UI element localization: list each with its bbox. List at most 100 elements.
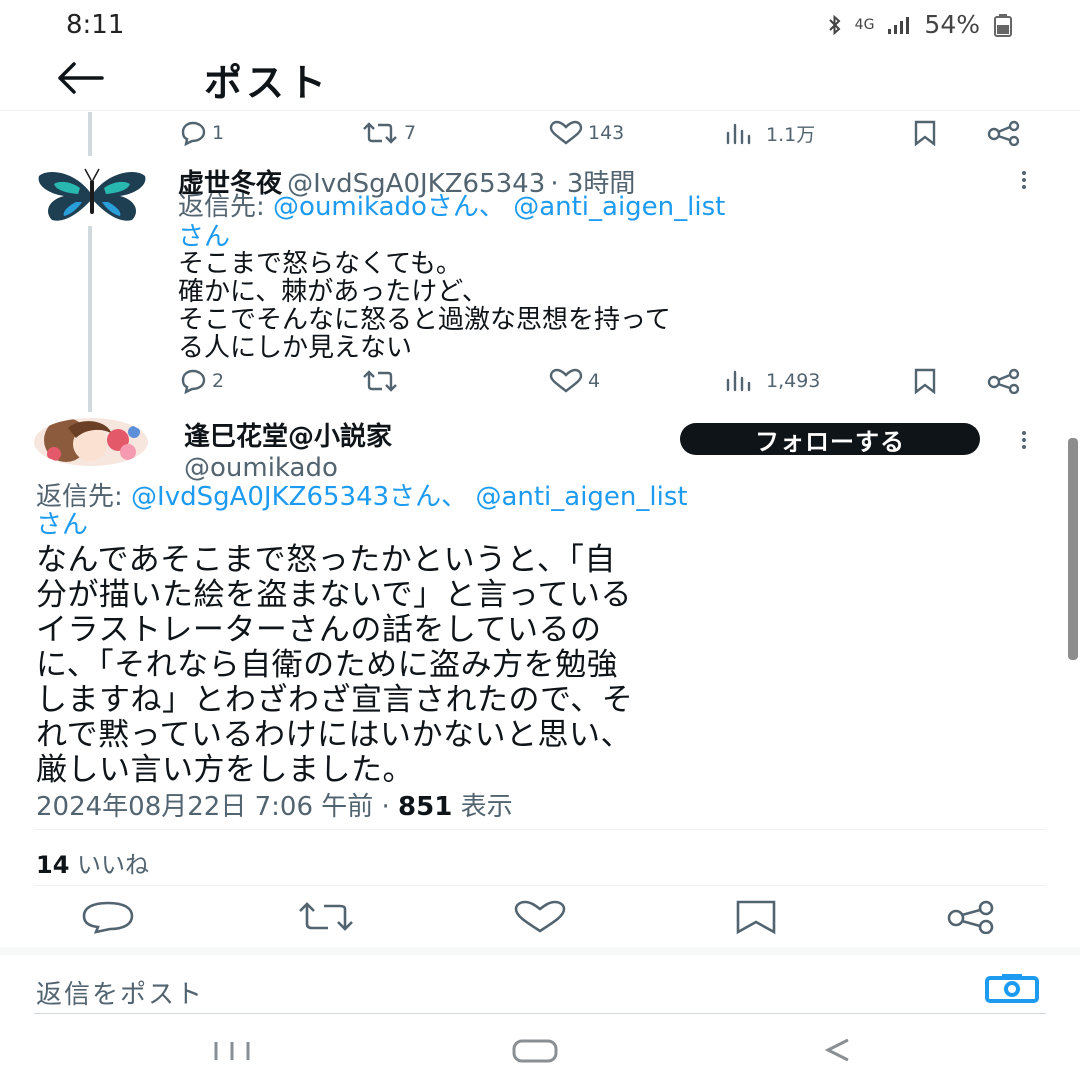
main-avatar[interactable] — [34, 418, 148, 466]
battery-percent: 54% — [924, 10, 980, 39]
views-icon — [726, 123, 751, 144]
main-display-name[interactable]: 逢巳花堂@小説家 — [184, 416, 392, 453]
signal-icon — [886, 14, 912, 36]
reply1-reply-to: 返信先: @oumikadoさん、 @anti_aigen_list さん — [178, 192, 1058, 252]
reply1-views-button[interactable]: 1,493 — [724, 368, 820, 394]
prev-like-count: 143 — [588, 122, 625, 144]
prev-repost-count: 7 — [404, 122, 417, 144]
prev-views-button[interactable]: 1.1万 — [724, 120, 815, 147]
share-icon — [987, 120, 1020, 146]
follow-button[interactable]: フォローする — [680, 423, 980, 456]
reply-icon — [181, 121, 206, 146]
likes-label: いいね — [69, 851, 150, 879]
repost-icon — [299, 902, 353, 931]
battery-icon — [992, 13, 1014, 37]
reply1-views-count: 1,493 — [766, 370, 821, 392]
repost-icon — [363, 122, 397, 144]
main-body-line: しますね」とわざわざ宣言されたので、そ — [36, 682, 634, 718]
reply1-bookmark-button[interactable] — [910, 368, 940, 394]
butterfly-avatar[interactable] — [36, 166, 148, 224]
share-icon — [987, 368, 1020, 394]
reply1-line: る人にしか見えない — [178, 333, 413, 363]
prev-bookmark-button[interactable] — [910, 120, 940, 146]
main-body-line: れで黙っているわけにはいかないと思い、 — [36, 717, 633, 753]
prev-reply-button[interactable]: 1 — [178, 120, 224, 146]
status-time: 8:11 — [66, 10, 125, 40]
reply1-line: 確かに、棘があったけど、 — [178, 277, 488, 307]
more-icon — [1022, 431, 1026, 449]
main-repost-button[interactable] — [296, 900, 356, 934]
reply1-reply-button[interactable]: 2 — [178, 368, 224, 394]
tweet-timestamp[interactable]: 2024年08月22日 7:06 午前 · — [36, 792, 398, 822]
reply-underline — [34, 1013, 1046, 1014]
back-arrow-icon — [58, 62, 104, 94]
main-tweet-body: なんであそこまで怒ったかというと、「自 分が描いた絵を盗まないで」と言っている … — [36, 543, 1046, 788]
camera-button[interactable] — [984, 972, 1040, 1004]
views-label: 表示 — [452, 792, 513, 822]
recents-button[interactable] — [210, 1038, 256, 1064]
main-reply-to: 返信先: @IvdSgA0JKZ65343さん、 @anti_aigen_lis… — [36, 483, 1080, 539]
bookmark-icon — [914, 120, 936, 146]
network-type: 4G — [854, 16, 875, 33]
main-body-line: イラストレーターさんの話をしているの — [36, 612, 602, 648]
reply1-repost-button[interactable] — [360, 368, 404, 394]
main-reply-suffix[interactable]: さん — [36, 510, 88, 540]
reply1-share-button[interactable] — [986, 368, 1024, 394]
reply-input[interactable]: 返信をポスト — [36, 974, 204, 1011]
main-reply-prefix: 返信先: — [36, 482, 132, 512]
home-button[interactable] — [510, 1036, 560, 1066]
scrollbar[interactable] — [1068, 438, 1078, 660]
main-share-button[interactable] — [944, 900, 998, 934]
likes-count: 14 — [36, 851, 70, 879]
main-more-button[interactable] — [1018, 428, 1030, 452]
views-count: 851 — [398, 792, 453, 822]
camera-icon — [985, 974, 1039, 1003]
main-body-line: に、「それなら自衛のために盗み方を勉強 — [36, 647, 619, 683]
likes-row[interactable]: 14 いいね — [36, 845, 149, 880]
back-button[interactable] — [52, 56, 108, 100]
reply1-reply-prefix: 返信先: — [178, 192, 274, 222]
views-icon — [726, 370, 751, 392]
reply1-reply-count: 2 — [212, 370, 225, 392]
reply1-like-count: 4 — [588, 370, 601, 392]
divider — [34, 885, 1046, 886]
home-icon — [512, 1039, 558, 1063]
reply1-mention-anti-aigen[interactable]: @anti_aigen_list — [513, 192, 725, 222]
more-icon — [1022, 171, 1026, 189]
bluetooth-icon — [827, 14, 843, 36]
system-back-button[interactable] — [822, 1034, 854, 1066]
status-icons: 4G 54% — [827, 10, 1014, 39]
reply1-mention-oumikado[interactable]: @oumikadoさん、 — [273, 192, 505, 222]
main-body-line: なんであそこまで怒ったかというと、「自 — [36, 542, 616, 578]
reply-icon — [181, 369, 206, 394]
prev-share-button[interactable] — [986, 120, 1024, 146]
thread-line-top — [88, 112, 92, 156]
heart-icon — [549, 368, 583, 393]
main-body-line: 厳しい言い方をしました。 — [36, 752, 414, 788]
reply1-line: そこまで怒らなくても。 — [178, 249, 462, 279]
reply-icon — [82, 901, 134, 934]
main-mention-ivdsg[interactable]: @IvdSgA0JKZ65343さん、 — [131, 482, 467, 512]
page-title: ポスト — [204, 61, 331, 105]
bookmark-icon — [914, 368, 936, 394]
main-body-line: 分が描いた絵を盗まないで」と言っている — [36, 577, 633, 613]
bookmark-icon — [736, 900, 776, 934]
main-reply-button[interactable] — [80, 900, 136, 934]
reply1-more-button[interactable] — [1018, 168, 1030, 192]
main-like-button[interactable] — [512, 900, 568, 934]
share-icon — [947, 900, 994, 934]
main-handle[interactable]: @oumikado — [184, 453, 392, 483]
prev-repost-button[interactable]: 7 — [360, 120, 416, 146]
main-mention-anti-aigen[interactable]: @anti_aigen_list — [475, 482, 687, 512]
thread-line-mid — [88, 226, 92, 412]
prev-views-count: 1.1万 — [766, 124, 816, 146]
prev-like-button[interactable]: 143 — [548, 120, 624, 146]
heart-icon — [514, 900, 566, 933]
main-bookmark-button[interactable] — [734, 900, 778, 934]
header-divider — [0, 110, 1080, 111]
divider — [34, 829, 1046, 830]
recents-icon — [214, 1042, 250, 1060]
reply1-reply-suffix[interactable]: さん — [178, 222, 230, 252]
prev-reply-count: 1 — [212, 122, 225, 144]
reply1-like-button[interactable]: 4 — [548, 368, 600, 394]
